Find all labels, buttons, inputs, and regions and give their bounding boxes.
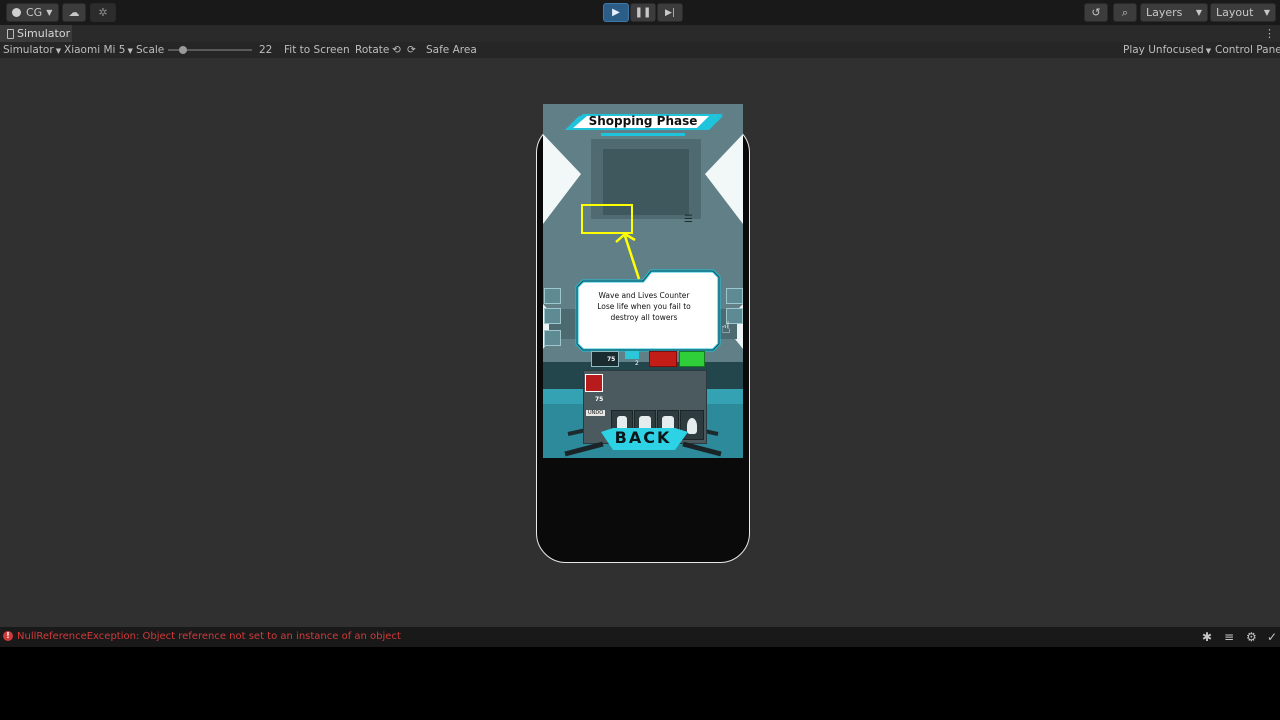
chevron-down-icon: ▼	[46, 8, 53, 17]
check-icon[interactable]: ✓	[1267, 630, 1277, 644]
step-icon: ▶|	[665, 7, 675, 18]
console-error-message[interactable]: NullReferenceException: Object reference…	[17, 627, 401, 647]
game-screen[interactable]: Shopping Phase ☰ Wave and Lives Counter …	[543, 104, 743, 458]
device-label: Xiaomi Mi 5	[64, 44, 126, 56]
stack-icon[interactable]: ≡	[1224, 630, 1234, 644]
top-toolbar: CG ▼ ☁ ✲ ▶ ❚❚ ▶| ↺ ⌕ Layers ▼ Layout ▼	[0, 0, 1280, 25]
chevron-down-icon: ▼	[55, 47, 62, 55]
status-bar: ! NullReferenceException: Object referen…	[0, 627, 1280, 647]
search-icon: ⌕	[1121, 5, 1129, 19]
layers-dropdown[interactable]: Layers ▼	[1140, 3, 1208, 22]
safe-area-toggle[interactable]: Safe Area	[426, 42, 477, 58]
play-icon: ▶	[612, 7, 620, 18]
layout-label: Layout	[1216, 6, 1254, 19]
layout-dropdown[interactable]: Layout ▼	[1210, 3, 1276, 22]
rotate-label: Rotate	[355, 44, 390, 56]
play-button[interactable]: ▶	[603, 3, 629, 22]
pause-icon: ❚❚	[634, 7, 652, 18]
scale-slider[interactable]	[168, 46, 252, 54]
scale-slider-handle[interactable]	[179, 46, 187, 54]
mode-dropdown[interactable]: Simulator ▼	[3, 42, 61, 58]
cloud-button[interactable]: ☁	[62, 3, 86, 22]
scale-value: 22	[259, 44, 273, 56]
chevron-down-icon: ▼	[1205, 47, 1212, 55]
account-icon	[12, 8, 21, 17]
chevron-down-icon: ▼	[127, 47, 133, 55]
scale-label: Scale	[136, 44, 165, 56]
mode-label: Simulator	[3, 44, 54, 56]
history-button[interactable]: ↺	[1084, 3, 1108, 22]
error-icon: !	[3, 631, 13, 641]
cloud-icon: ☁	[68, 6, 80, 19]
pause-button[interactable]: ❚❚	[630, 3, 656, 22]
settings-icon[interactable]: ⚙	[1246, 630, 1257, 644]
play-mode-label: Play Unfocused	[1123, 44, 1204, 56]
more-menu-icon[interactable]: ⋮	[1264, 25, 1275, 42]
simulator-toolbar: Simulator ▼ Xiaomi Mi 5 ▼ Scale 22 Fit to …	[0, 42, 1280, 58]
tab-label: Simulator	[17, 27, 71, 40]
history-icon: ↺	[1091, 6, 1101, 19]
back-button-frame	[564, 428, 722, 457]
control-panel-button[interactable]: Control Panel	[1215, 42, 1280, 58]
window-tab-bar: Simulator ⋮	[0, 25, 1280, 43]
empty-region	[0, 647, 1280, 720]
account-dropdown[interactable]: CG ▼	[6, 3, 59, 22]
rotate-right-icon[interactable]: ⟳	[407, 42, 416, 58]
collab-button[interactable]: ✲	[90, 3, 116, 22]
account-label: CG	[26, 6, 43, 19]
layers-label: Layers	[1146, 6, 1183, 19]
simulator-icon	[7, 28, 14, 39]
back-button[interactable]: BACK	[593, 428, 693, 447]
fit-to-screen-toggle[interactable]: Fit to Screen	[284, 42, 350, 58]
search-button[interactable]: ⌕	[1113, 3, 1137, 22]
collab-icon: ✲	[98, 6, 108, 19]
play-mode-dropdown[interactable]: Play Unfocused ▼	[1123, 42, 1211, 58]
chevron-down-icon: ▼	[1263, 8, 1270, 17]
rotate-left-icon[interactable]: ⟲	[392, 42, 401, 58]
tab-simulator[interactable]: Simulator	[0, 25, 72, 42]
device-dropdown[interactable]: Xiaomi Mi 5 ▼	[64, 42, 133, 58]
chevron-down-icon: ▼	[1195, 8, 1202, 17]
bug-icon[interactable]: ✱	[1202, 630, 1212, 644]
step-button[interactable]: ▶|	[657, 3, 683, 22]
